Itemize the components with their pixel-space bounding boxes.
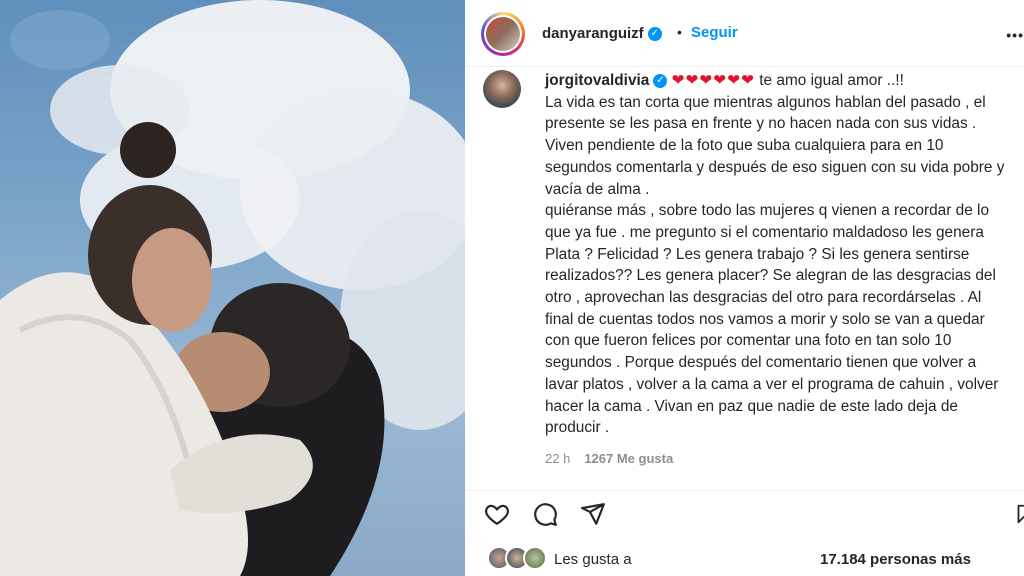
comment-icon[interactable] — [531, 501, 559, 527]
commenter-username[interactable]: jorgitovaldivia — [545, 72, 649, 89]
share-icon[interactable] — [579, 501, 607, 527]
liked-by-text: Les gusta a — [554, 551, 632, 568]
action-bar — [465, 490, 1024, 535]
comment-body: jorgitovaldivia ✓ ❤❤❤❤❤❤ te amo igual amo… — [545, 70, 1011, 439]
more-options-icon[interactable]: ••• — [1006, 27, 1024, 43]
separator-dot: • — [677, 24, 682, 40]
comment-text: te amo igual amor ..!! La vida es tan co… — [545, 72, 1005, 437]
post-photo — [0, 0, 465, 576]
verified-badge-icon: ✓ — [647, 27, 662, 42]
bookmark-icon[interactable] — [1013, 501, 1024, 527]
liked-by-row: Les gusta a 17.184 personas más — [465, 536, 1024, 576]
author-username-wrap[interactable]: danyaranguizf ✓ — [542, 25, 662, 42]
caption-comment: jorgitovaldivia ✓ ❤❤❤❤❤❤ te amo igual amo… — [465, 66, 1024, 476]
post-header: danyaranguizf ✓ • Seguir ••• — [465, 0, 1024, 67]
author-avatar[interactable] — [481, 12, 525, 56]
liker-avatar[interactable] — [523, 546, 547, 570]
liked-by-count[interactable]: 17.184 personas más — [820, 551, 971, 568]
follow-button[interactable]: Seguir — [691, 24, 738, 41]
hearts-emoji: ❤❤❤❤❤❤ — [671, 72, 755, 89]
comment-time[interactable]: 22 h — [545, 451, 570, 466]
heart-icon[interactable] — [483, 501, 511, 527]
post-image-illustration — [0, 0, 465, 576]
comment-meta: 22 h 1267 Me gusta — [545, 451, 673, 466]
verified-badge-icon: ✓ — [653, 73, 668, 88]
author-username[interactable]: danyaranguizf — [542, 25, 644, 42]
commenter-avatar[interactable] — [483, 70, 521, 108]
post-panel: danyaranguizf ✓ • Seguir ••• jorgitovaldi… — [465, 0, 1024, 576]
comment-likes[interactable]: 1267 Me gusta — [584, 451, 673, 466]
